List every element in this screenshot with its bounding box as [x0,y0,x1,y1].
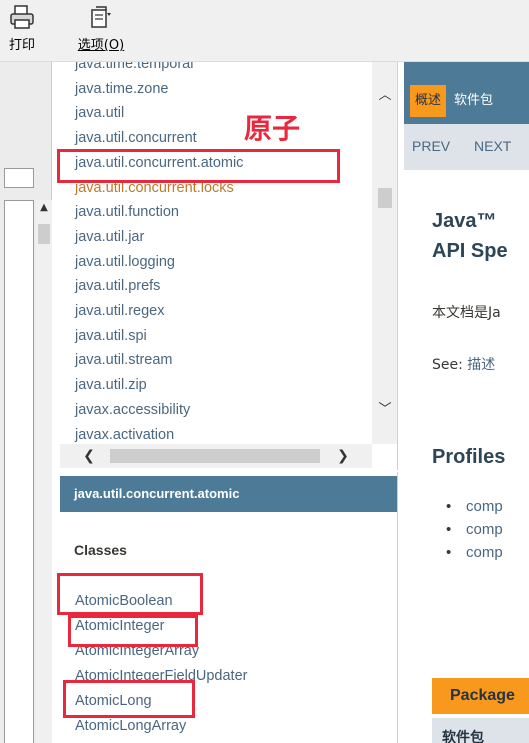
package-list-frame: java.time.temporal java.time.zone java.uti… [60,62,398,470]
highlight-box-atomic-long [63,680,195,718]
package-list-item[interactable]: java.util.concurrent [75,130,197,146]
search-input[interactable] [4,168,34,188]
print-button[interactable]: 打印 [0,4,44,60]
chevron-left-icon[interactable]: ❮ [78,444,100,468]
profile-link[interactable]: comp [446,498,503,515]
package-list-item[interactable]: javax.accessibility [75,402,190,418]
page-description: 本文档是Ja [432,305,501,321]
profile-link[interactable]: comp [446,521,503,538]
options-label: 选项(O) [77,38,125,53]
top-navbar: 概述 软件包 [404,62,529,124]
main-content-frame: 概述 软件包 PREV NEXT Java™ API Spe 本文档是Ja Se… [404,62,529,743]
printer-icon [0,4,44,34]
package-column-header: 软件包 [432,718,529,743]
options-button[interactable]: 选项(O) [66,4,136,60]
toolbar: 打印 选项(O) [0,0,529,62]
tab-overview[interactable]: 概述 [410,85,446,117]
sub-navbar: PREV NEXT [404,124,529,170]
topic-list-scrollbar[interactable]: ▲ [36,200,52,743]
package-list-item[interactable]: java.util.prefs [75,278,160,294]
prev-link[interactable]: PREV [412,138,450,154]
packages-table-tab[interactable]: Package [432,678,529,714]
highlight-box-atomic-package [57,149,340,183]
package-list-item[interactable]: java.time.temporal [75,62,193,72]
topic-list[interactable] [4,200,34,743]
scrollbar-thumb[interactable] [38,224,50,244]
see-line: See: 描述 [432,354,495,374]
class-list-item[interactable]: AtomicLongArray [75,718,186,734]
highlight-box-atomic-boolean [57,573,203,615]
next-link[interactable]: NEXT [474,138,511,154]
package-name-header[interactable]: java.util.concurrent.atomic [60,476,397,512]
profile-link[interactable]: comp [446,544,503,561]
package-list-item[interactable]: java.util [75,105,124,121]
package-list-item[interactable]: java.util.regex [75,303,164,319]
tab-package[interactable]: 软件包 [454,85,493,117]
classes-heading: Classes [74,542,127,558]
chevron-right-icon[interactable]: ❯ [332,444,354,468]
package-list-item[interactable]: java.util.logging [75,254,175,270]
package-list-item[interactable]: java.util.stream [75,352,173,368]
package-list-item[interactable]: java.time.zone [75,81,169,97]
left-navigation-pane: ▲ [0,62,52,743]
profiles-heading: Profiles [432,446,506,468]
chevron-up-icon[interactable]: ▲ [36,200,52,216]
package-list-item[interactable]: java.util.function [75,204,179,220]
package-list-item[interactable]: java.util.jar [75,229,144,245]
page-title: Java™ API Spe [432,206,508,266]
options-icon [66,4,136,34]
javadoc-viewer-window: 打印 选项(O) ▲ java.time.temporal java.time.… [0,0,529,743]
scrollbar-thumb[interactable] [110,449,320,463]
chevron-up-icon[interactable]: ︿ [372,86,397,106]
highlight-box-atomic-integer [68,615,198,647]
package-list-item[interactable]: javax.activation [75,427,174,443]
package-list-item[interactable]: java.util.spi [75,328,147,344]
package-list-item[interactable]: java.util.zip [75,377,147,393]
description-link[interactable]: 描述 [467,357,495,373]
package-list-vertical-scrollbar[interactable]: ︿ ﹀ [372,62,397,444]
print-label: 打印 [8,38,35,53]
package-list-horizontal-scrollbar[interactable]: ❮ ❯ [60,444,372,468]
annotation-label: 原子 [244,112,301,145]
scrollbar-thumb[interactable] [378,188,392,208]
page-title-line1: Java™ [432,210,497,232]
page-title-line2: API Spe [432,240,508,262]
chevron-down-icon[interactable]: ﹀ [372,400,397,420]
see-label: See: [432,357,468,373]
